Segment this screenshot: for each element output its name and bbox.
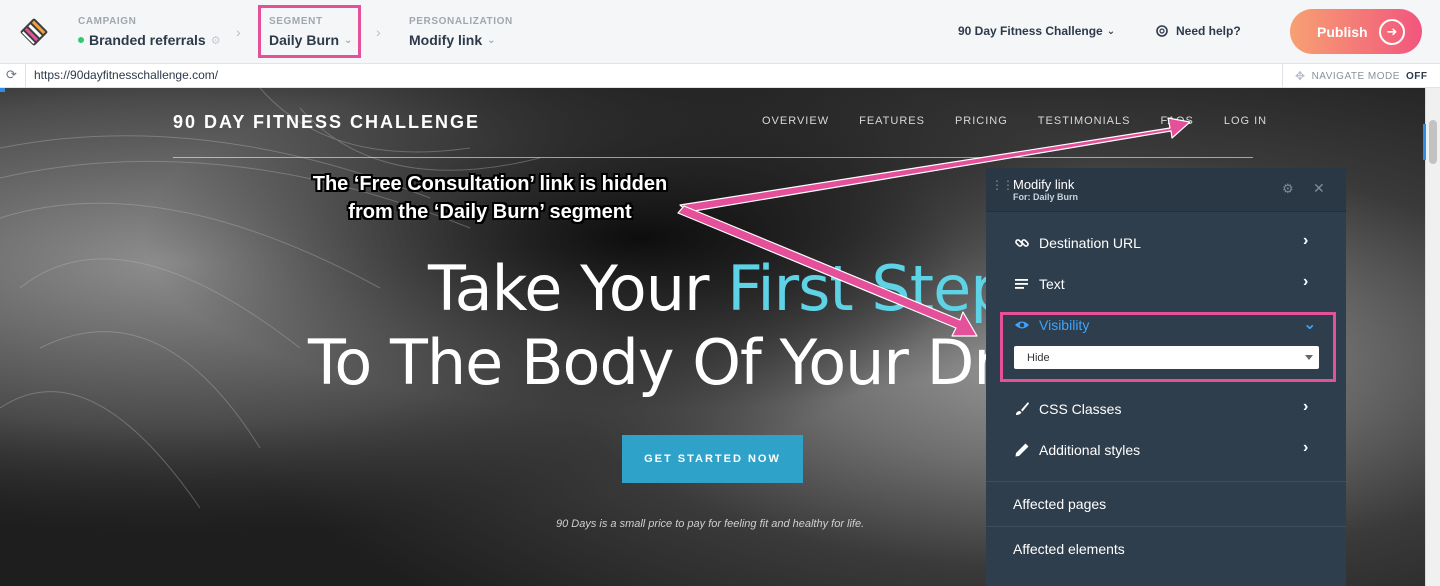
publish-button[interactable]: Publish ➜ bbox=[1290, 9, 1422, 54]
breadcrumb-campaign[interactable]: CAMPAIGN Branded referrals ⚙ bbox=[78, 16, 221, 48]
chevron-right-icon: › bbox=[1303, 439, 1309, 456]
preview-scrollbar[interactable] bbox=[1423, 88, 1440, 586]
navigate-mode-toggle[interactable]: ✥ NAVIGATE MODE OFF bbox=[1282, 64, 1440, 88]
annotation-callout: The ‘Free Consultation’ link is hidden f… bbox=[262, 170, 718, 226]
campaign-title-dropdown[interactable]: 90 Day Fitness Challenge ⌄ bbox=[958, 24, 1115, 38]
top-bar: CAMPAIGN Branded referrals ⚙ › SEGMENT D… bbox=[0, 0, 1440, 64]
row-text[interactable]: Text › bbox=[986, 264, 1346, 305]
url-input[interactable]: https://90dayfitnesschallenge.com/ bbox=[34, 68, 218, 82]
hero-text-accent: First Step bbox=[727, 252, 1009, 325]
gear-icon[interactable]: ⚙ bbox=[211, 34, 221, 47]
app-logo-icon[interactable] bbox=[16, 14, 52, 50]
scroll-thumb[interactable] bbox=[1429, 120, 1437, 164]
navigate-mode-state: OFF bbox=[1405, 70, 1428, 82]
site-nav-overview[interactable]: OVERVIEW bbox=[762, 115, 829, 127]
section-affected-pages[interactable]: Affected pages bbox=[986, 481, 1346, 525]
divider bbox=[25, 64, 26, 88]
campaign-value: Branded referrals bbox=[89, 32, 206, 48]
close-icon[interactable]: ✕ bbox=[1313, 180, 1325, 197]
personalization-value: Modify link bbox=[409, 32, 483, 48]
site-nav: OVERVIEW FEATURES PRICING TESTIMONIALS F… bbox=[762, 115, 1297, 127]
row-label: Additional styles bbox=[1039, 442, 1141, 458]
row-label: CSS Classes bbox=[1039, 401, 1122, 417]
refresh-icon[interactable]: ⟳ bbox=[6, 67, 17, 83]
site-nav-features[interactable]: FEATURES bbox=[859, 115, 925, 127]
row-additional-styles[interactable]: Additional styles › bbox=[986, 430, 1346, 471]
panel-title: Modify link bbox=[1013, 177, 1075, 192]
chevron-right-icon: › bbox=[1303, 232, 1309, 249]
chevron-right-icon: › bbox=[236, 24, 241, 40]
personalization-label: PERSONALIZATION bbox=[409, 16, 513, 27]
chevron-right-icon: › bbox=[376, 24, 381, 40]
chevron-right-icon: › bbox=[1303, 398, 1309, 415]
chevron-right-icon: › bbox=[1303, 273, 1309, 290]
move-icon: ✥ bbox=[1295, 69, 1306, 83]
navigate-mode-label: NAVIGATE MODE bbox=[1311, 70, 1400, 82]
row-css-classes[interactable]: CSS Classes › bbox=[986, 389, 1346, 430]
chevron-down-icon: ⌄ bbox=[487, 34, 496, 46]
pencil-icon bbox=[1015, 443, 1029, 457]
gear-icon[interactable]: ⚙ bbox=[1282, 181, 1294, 197]
site-divider bbox=[173, 157, 1253, 158]
breadcrumb-personalization[interactable]: PERSONALIZATION Modify link ⌄ bbox=[409, 16, 513, 48]
url-bar: ⟳ https://90dayfitnesschallenge.com/ ✥ N… bbox=[0, 64, 1440, 88]
site-nav-testimonials[interactable]: TESTIMONIALS bbox=[1038, 115, 1131, 127]
hero-tagline: 90 Days is a small price to pay for feel… bbox=[556, 518, 865, 530]
campaign-label: CAMPAIGN bbox=[78, 16, 137, 27]
get-started-button[interactable]: GET STARTED NOW bbox=[622, 435, 803, 483]
arrow-right-icon: ➜ bbox=[1379, 19, 1405, 45]
callout-line1: The ‘Free Consultation’ link is hidden bbox=[312, 173, 668, 195]
active-status-dot-icon bbox=[78, 37, 84, 43]
site-nav-login[interactable]: LOG IN bbox=[1224, 115, 1267, 127]
site-nav-faqs[interactable]: FAQS bbox=[1160, 115, 1193, 127]
brush-icon bbox=[1016, 402, 1029, 415]
row-destination-url[interactable]: Destination URL › bbox=[986, 223, 1346, 264]
site-nav-pricing[interactable]: PRICING bbox=[955, 115, 1008, 127]
hero-headline-line2: To The Body Of Your Dre bbox=[308, 326, 1035, 399]
site-brand[interactable]: 90 DAY FITNESS CHALLENGE bbox=[173, 112, 480, 133]
scroll-marker bbox=[1423, 124, 1426, 160]
blue-edge-marker bbox=[0, 88, 5, 92]
link-icon bbox=[1015, 239, 1029, 247]
panel-header: ⋮⋮ Modify link For: Daily Burn ⚙ ✕ bbox=[986, 168, 1346, 212]
chevron-down-icon: ⌄ bbox=[1106, 25, 1116, 37]
row-label: Destination URL bbox=[1039, 235, 1141, 251]
help-label: Need help? bbox=[1176, 24, 1241, 38]
segment-highlight-box bbox=[258, 5, 361, 58]
text-lines-icon bbox=[1015, 279, 1028, 289]
hero-text-a: Take Your bbox=[428, 252, 728, 325]
panel-subtitle: For: Daily Burn bbox=[1013, 192, 1079, 202]
help-link[interactable]: Need help? bbox=[1156, 24, 1241, 38]
lifebuoy-icon bbox=[1156, 25, 1168, 37]
section-affected-elements[interactable]: Affected elements bbox=[986, 526, 1346, 570]
hero-headline-line1: Take Your First Step bbox=[428, 252, 1010, 325]
publish-label: Publish bbox=[1317, 23, 1368, 40]
row-label: Text bbox=[1039, 276, 1065, 292]
drag-handle-icon[interactable]: ⋮⋮ bbox=[991, 179, 1014, 191]
visibility-highlight-box bbox=[1000, 312, 1336, 382]
callout-line2: from the ‘Daily Burn’ segment bbox=[348, 201, 632, 223]
campaign-title: 90 Day Fitness Challenge bbox=[958, 24, 1103, 38]
